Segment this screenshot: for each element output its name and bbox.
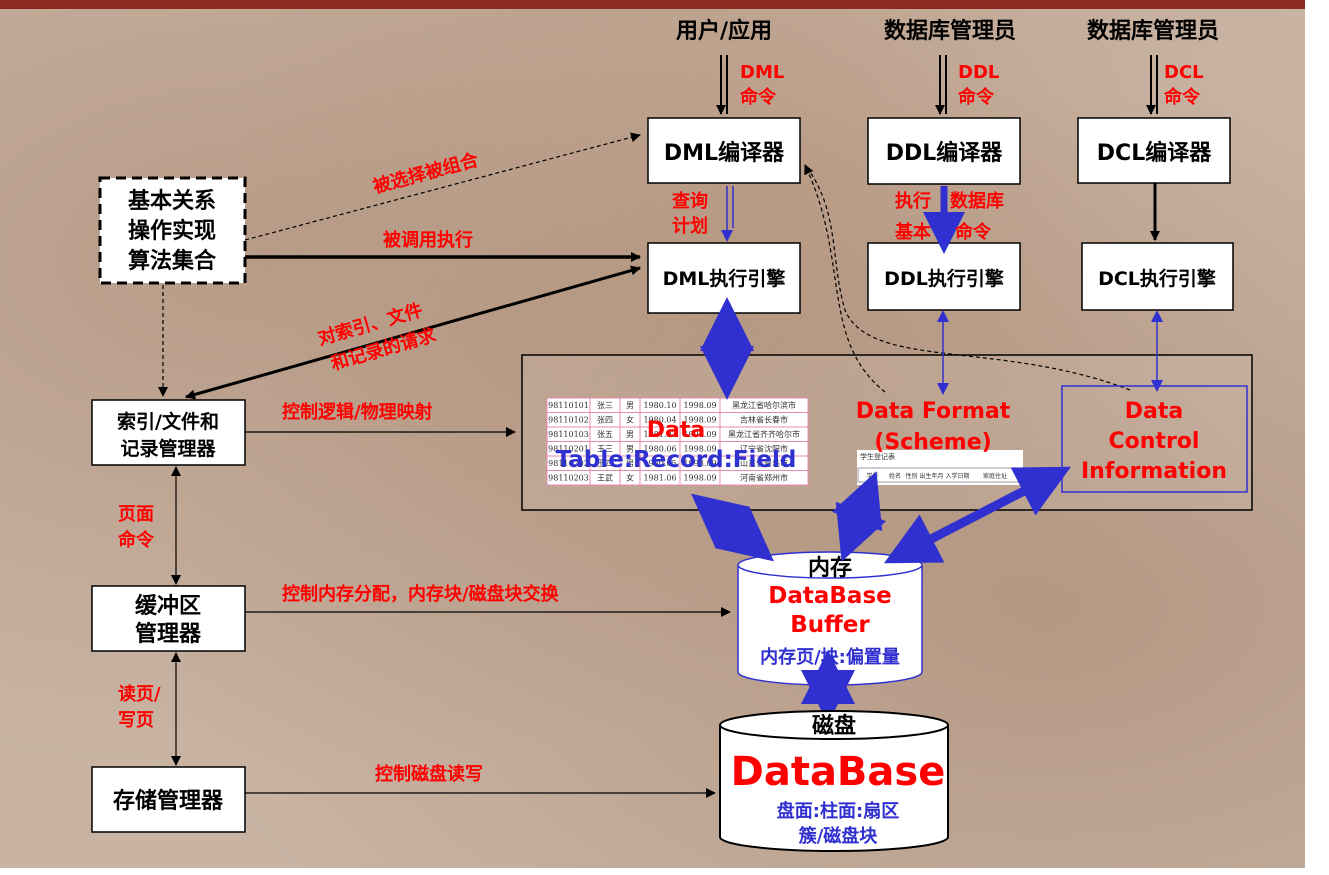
dcl-engine-label: DCL执行引擎: [1098, 267, 1216, 290]
control-info-label: Data: [1125, 399, 1183, 424]
table-cell: 黑龙江省齐齐哈尔市: [728, 429, 800, 439]
table-cell: 98110102: [548, 416, 589, 425]
read-write-page-label-2: 写页: [118, 710, 154, 731]
memory-name-2: Buffer: [790, 612, 870, 638]
dcl-command-label-2: 命令: [1164, 86, 1201, 108]
dml-command-label-2: 命令: [740, 86, 777, 108]
ddl-command-label-2: 命令: [958, 86, 995, 108]
exec-ddl-label-2: 基本: [894, 221, 931, 243]
table-cell: 1981.06: [643, 474, 676, 483]
schema-column: 出生年月: [919, 472, 943, 480]
data-format-label-2: (Scheme): [874, 430, 991, 455]
table-cell: 98110103: [548, 430, 589, 439]
index-manager-label: 索引/文件和: [117, 410, 219, 433]
algorithms-label-3: 算法集合: [128, 248, 217, 274]
schema-column: 家庭住址: [983, 472, 1007, 480]
control-info-label-2: Control: [1109, 429, 1200, 454]
read-write-page-label: 读页/: [118, 683, 161, 705]
table-cell: 1980.10: [643, 401, 676, 410]
buffer-manager-label-2: 管理器: [135, 621, 202, 647]
table-cell: 1998.09: [683, 401, 716, 410]
table-record-field-label: Table:Record:Field: [556, 447, 797, 473]
table-cell: 张三: [597, 401, 613, 410]
table-cell: 黑龙江省哈尔滨市: [732, 400, 796, 410]
schema-column: 性别: [905, 472, 917, 480]
memory-unit: 内存页/块:偏置量: [760, 646, 900, 668]
exec-ddl-label: 执行: [895, 190, 931, 212]
memory-title: 内存: [808, 555, 852, 581]
dbms-architecture-diagram: 用户/应用 数据库管理员 数据库管理员 DML 命令 DDL 命令 DCL 命令…: [91, 18, 1253, 852]
table-cell: 女: [626, 415, 634, 425]
memory-name: DataBase: [768, 583, 891, 609]
table-cell: 98110203: [548, 474, 589, 483]
called-exec-label: 被调用执行: [383, 229, 473, 251]
table-cell: 河南省郑州市: [740, 473, 788, 483]
disk-unit: 盘面:柱面:扇区: [777, 800, 899, 822]
control-info-label-3: Information: [1081, 459, 1227, 484]
disk-name: DataBase: [731, 749, 946, 795]
dml-command-label: DML: [740, 62, 784, 83]
table-cell: 男: [626, 430, 634, 439]
exec-ddl-label-4: 命令: [955, 221, 992, 243]
selected-combined-label: 被选择被组合: [371, 148, 482, 197]
table-cell: 1998.09: [683, 474, 716, 483]
table-cell: 98110101: [548, 401, 589, 410]
data-format-label: Data Format: [856, 399, 1011, 424]
ddl-engine-label: DDL执行引擎: [884, 267, 1004, 290]
user-app-label: 用户/应用: [676, 18, 772, 44]
exec-ddl-label-3: 数据库: [950, 190, 1004, 212]
alloc-label: 控制内存分配，内存块/磁盘块交换: [282, 583, 560, 605]
schema-column: 学号: [866, 472, 878, 480]
query-plan-label: 查询: [672, 190, 708, 212]
dml-compiler-label: DML编译器: [664, 140, 785, 166]
data-label: Data: [647, 418, 705, 443]
page-command-label: 页面: [118, 504, 154, 525]
command-arrows: [716, 55, 1158, 115]
table-cell: 男: [626, 401, 634, 410]
dcl-compiler-label: DCL编译器: [1097, 140, 1212, 166]
algorithms-label: 基本关系: [128, 189, 216, 214]
schema-column: 入学日期: [945, 472, 969, 480]
table-cell: 女: [626, 473, 634, 483]
table-cell: 张五: [597, 430, 613, 439]
dba-label-1: 数据库管理员: [884, 18, 1016, 44]
table-cell: 吉林省长春市: [740, 415, 788, 425]
disk-unit-2: 簇/磁盘块: [799, 825, 879, 847]
dcl-command-label: DCL: [1164, 62, 1204, 83]
index-manager-label-2: 记录管理器: [120, 437, 216, 460]
query-plan-label-2: 计划: [672, 215, 708, 237]
mapping-label: 控制逻辑/物理映射: [282, 401, 433, 423]
dml-engine-label: DML执行引擎: [663, 267, 786, 290]
table-cell: 张四: [597, 416, 613, 425]
schema-column: 姓名: [889, 472, 901, 480]
ddl-compiler-label: DDL编译器: [886, 140, 1004, 166]
disk-rw-label: 控制磁盘读写: [375, 763, 483, 785]
storage-manager-label: 存储管理器: [113, 788, 224, 814]
algorithms-label-2: 操作实现: [128, 218, 216, 244]
page-command-label-2: 命令: [118, 529, 155, 551]
disk-title: 磁盘: [812, 713, 856, 739]
buffer-manager-label: 缓冲区: [135, 593, 201, 619]
dba-label-2: 数据库管理员: [1087, 18, 1219, 44]
ddl-command-label: DDL: [958, 62, 999, 83]
table-cell: 王武: [597, 473, 613, 483]
